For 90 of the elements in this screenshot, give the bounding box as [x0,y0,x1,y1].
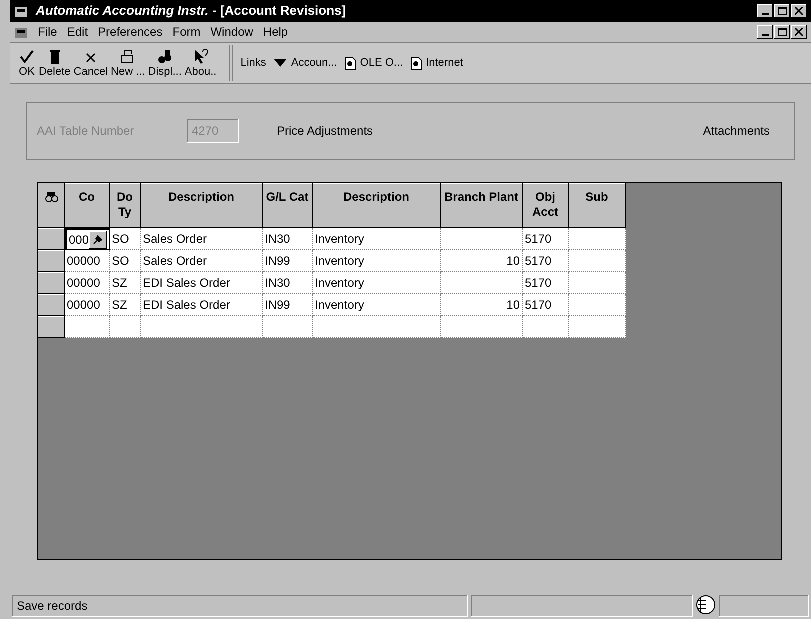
row-selector[interactable] [38,228,65,250]
menu-item[interactable]: Form [172,23,201,41]
table-cell[interactable]: 5170 [523,294,569,316]
table-cell[interactable]: Sales Order [141,250,263,272]
toolbar-button[interactable]: Delete [39,48,71,78]
table-cell[interactable]: IN30 [263,272,313,294]
column-header[interactable]: Description [313,183,441,228]
table-cell[interactable] [263,316,313,338]
dropdown-arrow-icon [274,59,288,67]
table-cell[interactable] [65,316,110,338]
app-icon [14,4,28,18]
table-cell[interactable] [569,250,626,272]
menu-item[interactable]: Preferences [98,23,163,41]
link-button[interactable]: OLE O... [345,54,404,72]
menu-item[interactable]: Edit [67,23,88,41]
minimize-button[interactable] [757,4,773,18]
binoculars-icon[interactable] [44,191,58,203]
table-cell[interactable]: 00000 [65,294,110,316]
close-button[interactable] [791,4,807,18]
link-button[interactable]: Links [240,54,266,72]
table-cell[interactable]: 000 [65,228,110,250]
table-cell[interactable]: 5170 [523,272,569,294]
table-cell[interactable]: IN30 [263,228,313,250]
table-cell[interactable] [569,294,626,316]
close-icon [795,7,803,15]
table-cell[interactable] [141,316,263,338]
table-cell[interactable]: Inventory [313,228,441,250]
toolbar-button[interactable]: Abou.. [184,48,217,78]
table-cell[interactable] [110,316,141,338]
table-cell[interactable] [569,272,626,294]
table-cell[interactable] [523,316,569,338]
table-cell[interactable] [569,316,626,338]
table-cell[interactable]: EDI Sales Order [141,294,263,316]
column-header[interactable]: Obj Acct [523,183,569,228]
close-icon [795,28,803,36]
status-message: Save records [12,595,468,617]
table-cell[interactable]: 10 [441,294,523,316]
table-cell[interactable]: Sales Order [141,228,263,250]
table-cell[interactable]: EDI Sales Order [141,272,263,294]
field-label: AAI Table Number [37,123,136,140]
table-cell[interactable] [441,316,523,338]
column-header[interactable]: Branch Plant [441,183,523,228]
checkmark-icon [18,48,36,66]
table-cell[interactable]: SO [110,228,141,250]
toolbar-button[interactable]: Cancel [74,48,108,78]
window-title: Automatic Accounting Instr. - [Account Revisions] [36,2,346,20]
maximize-button[interactable] [774,25,790,39]
table-cell[interactable]: Inventory [313,294,441,316]
row-selector[interactable] [38,316,65,338]
table-cell[interactable]: SZ [110,272,141,294]
table-cell[interactable]: 10 [441,250,523,272]
globe-icon [696,595,716,615]
toolbar-button[interactable]: New ... [111,48,146,78]
row-selector[interactable] [38,272,65,294]
column-header[interactable]: G/L Cat [263,183,313,228]
menu-item[interactable]: Help [263,23,288,41]
close-button[interactable] [791,25,807,39]
row-selector[interactable] [38,250,65,272]
column-header[interactable]: Do Ty [110,183,141,228]
minimize-button[interactable] [757,25,773,39]
table-cell[interactable]: Inventory [313,250,441,272]
menu-item[interactable]: File [38,23,58,41]
column-header[interactable]: Co [65,183,110,228]
table-cell[interactable] [313,316,441,338]
column-header[interactable]: Sub [569,183,626,228]
row-selector[interactable] [38,294,65,316]
binoculars-icon [156,48,174,66]
table-cell[interactable] [569,228,626,250]
maximize-button[interactable] [774,4,790,18]
link-button[interactable]: Internet [411,54,464,72]
link-button[interactable]: Accoun... [274,54,338,72]
table-cell[interactable]: SZ [110,294,141,316]
flashlight-icon [92,234,104,245]
table-cell[interactable]: 5170 [523,250,569,272]
table-cell[interactable]: 00000 [65,250,110,272]
toolbar-button[interactable]: OK [18,48,36,78]
table-cell[interactable]: 00000 [65,272,110,294]
table-cell[interactable]: IN99 [263,294,313,316]
column-header[interactable]: Description [141,183,263,228]
menu-item[interactable]: Window [210,23,254,41]
table-cell[interactable] [441,272,523,294]
table-cell[interactable] [441,228,523,250]
table-cell[interactable]: 5170 [523,228,569,250]
table-cell[interactable]: Inventory [313,272,441,294]
table-cell[interactable]: IN99 [263,250,313,272]
search-button[interactable] [89,230,107,248]
table-cell[interactable]: SO [110,250,141,272]
app-icon [14,25,28,39]
table-description: Price Adjustments [277,123,374,140]
toolbar-button[interactable]: Displ... [148,48,182,78]
